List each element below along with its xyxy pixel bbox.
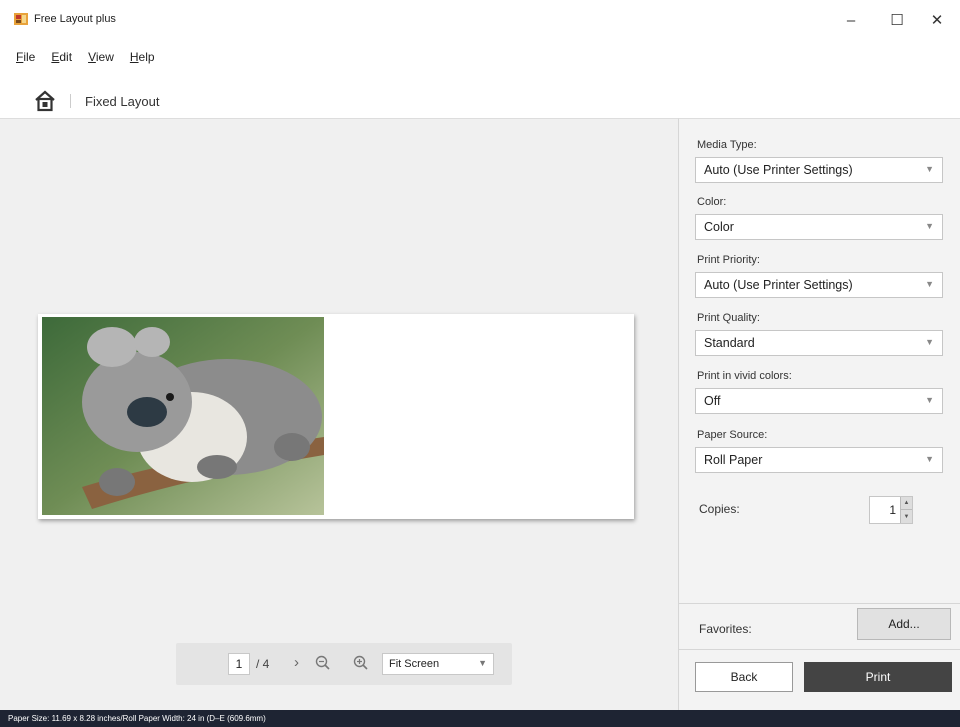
- title-bar: Free Layout plus – ☐ ✕: [0, 0, 960, 40]
- copies-decrement-button[interactable]: ▼: [900, 510, 912, 523]
- paper-source-value: Roll Paper: [704, 453, 763, 467]
- chevron-down-icon: ▼: [925, 454, 934, 464]
- menu-file[interactable]: File: [16, 50, 35, 70]
- print-quality-label: Print Quality:: [697, 312, 760, 324]
- menu-edit[interactable]: Edit: [51, 50, 72, 70]
- breadcrumb: Fixed Layout: [34, 88, 159, 114]
- add-favorite-button[interactable]: Add...: [857, 608, 951, 640]
- zoom-select[interactable]: Fit Screen ▼: [382, 653, 494, 675]
- zoom-select-value: Fit Screen: [389, 658, 440, 670]
- divider: [679, 649, 960, 650]
- vivid-colors-value: Off: [704, 394, 721, 408]
- koala-photo[interactable]: [42, 317, 324, 515]
- color-label: Color:: [697, 196, 727, 208]
- copies-value: 1: [889, 503, 896, 517]
- print-quality-select[interactable]: Standard ▼: [695, 330, 943, 356]
- favorites-label: Favorites:: [699, 622, 752, 636]
- breadcrumb-separator: [70, 94, 71, 108]
- print-button[interactable]: Print: [804, 662, 952, 692]
- vivid-colors-label: Print in vivid colors:: [697, 370, 792, 382]
- print-priority-select[interactable]: Auto (Use Printer Settings) ▼: [695, 272, 943, 298]
- color-select[interactable]: Color ▼: [695, 214, 943, 240]
- print-priority-label: Print Priority:: [697, 254, 760, 266]
- paper-source-label: Paper Source:: [697, 429, 768, 441]
- minimize-button[interactable]: –: [828, 0, 874, 40]
- settings-panel: Media Type: Auto (Use Printer Settings) …: [678, 118, 960, 710]
- chevron-down-icon: ▼: [925, 279, 934, 289]
- copies-label: Copies:: [699, 502, 740, 516]
- print-quality-value: Standard: [704, 336, 755, 350]
- zoom-in-icon[interactable]: [352, 654, 370, 672]
- chevron-down-icon: ▼: [478, 658, 487, 668]
- app-icon: [14, 13, 28, 25]
- next-page-button[interactable]: ›: [294, 654, 299, 671]
- close-button[interactable]: ✕: [914, 0, 960, 40]
- page-total: / 4: [256, 657, 270, 671]
- media-type-select[interactable]: Auto (Use Printer Settings) ▼: [695, 157, 943, 183]
- status-bar: Paper Size: 11.69 x 8.28 inches/Roll Pap…: [0, 710, 960, 727]
- paper-source-select[interactable]: Roll Paper ▼: [695, 447, 943, 473]
- chevron-down-icon: ▼: [925, 221, 934, 231]
- color-value: Color: [704, 220, 734, 234]
- home-icon[interactable]: [34, 90, 56, 112]
- window-title: Free Layout plus: [34, 13, 116, 25]
- zoom-out-icon[interactable]: [314, 654, 332, 672]
- current-page-input[interactable]: 1: [228, 653, 250, 675]
- media-type-value: Auto (Use Printer Settings): [704, 163, 853, 177]
- print-preview-area: 1 / 4 › Fit Screen ▼: [0, 118, 678, 710]
- copies-increment-button[interactable]: ▲: [900, 497, 912, 510]
- chevron-down-icon: ▼: [925, 164, 934, 174]
- back-button[interactable]: Back: [695, 662, 793, 692]
- menu-view[interactable]: View: [88, 50, 114, 70]
- copies-stepper[interactable]: 1 ▲ ▼: [869, 496, 913, 524]
- menu-help[interactable]: Help: [130, 50, 155, 70]
- breadcrumb-current: Fixed Layout: [85, 93, 160, 109]
- vivid-colors-select[interactable]: Off ▼: [695, 388, 943, 414]
- divider: [679, 603, 960, 604]
- print-priority-value: Auto (Use Printer Settings): [704, 278, 853, 292]
- chevron-down-icon: ▼: [925, 395, 934, 405]
- menu-bar: File Edit View Help: [16, 50, 155, 70]
- chevron-down-icon: ▼: [925, 337, 934, 347]
- media-type-label: Media Type:: [697, 139, 757, 151]
- page-preview: [38, 314, 634, 519]
- page-navigator: 1 / 4 › Fit Screen ▼: [176, 643, 512, 685]
